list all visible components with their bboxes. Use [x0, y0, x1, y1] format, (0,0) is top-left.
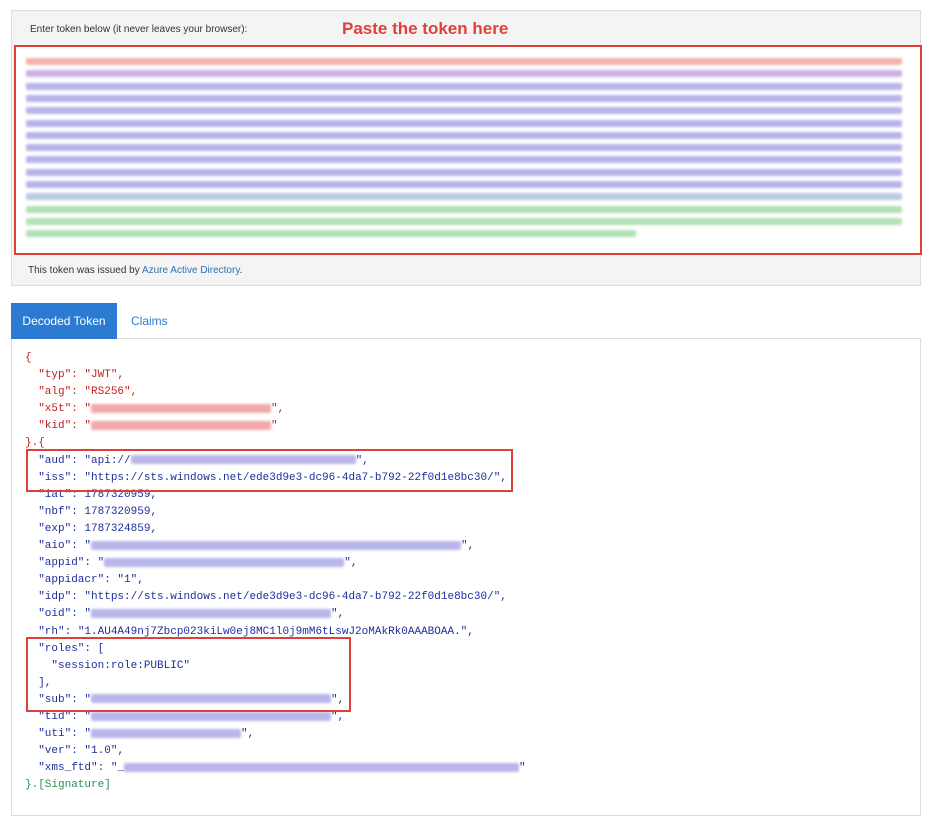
redacted-oid — [91, 609, 332, 618]
redacted-x5t — [91, 403, 272, 413]
highlight-roles-sub — [26, 637, 351, 712]
json-key-tid: "tid" — [38, 710, 72, 723]
token-issuer-text: This token was issued by Azure Active Di… — [28, 265, 242, 276]
redacted-token-line — [26, 107, 902, 115]
json-value-idp: "https://sts.windows.net/ede3d9e3-dc96-4… — [84, 591, 501, 604]
decoded-json: { "typ": "JWT", "alg": "RS256", "x5t": "… — [25, 352, 526, 792]
json-key-alg: "alg" — [38, 386, 72, 399]
highlight-aud-iss — [26, 449, 513, 492]
redacted-token-line — [26, 181, 902, 188]
open-brace: { — [25, 352, 32, 364]
json-key-aio: "aio" — [38, 540, 72, 553]
issued-suffix: . — [239, 265, 243, 276]
redacted-xms-ftd — [124, 762, 520, 772]
tab-claims[interactable]: Claims — [119, 303, 180, 339]
redacted-token-line — [26, 131, 902, 139]
json-key-nbf: "nbf" — [38, 505, 72, 518]
redacted-token-line — [26, 217, 902, 225]
redacted-aio — [91, 540, 462, 550]
json-key-xms-ftd: "xms_ftd" — [38, 762, 98, 775]
json-key-oid: "oid" — [38, 608, 72, 621]
json-key-x5t: "x5t" — [38, 403, 72, 416]
redacted-token-line — [26, 205, 902, 213]
token-input-panel: Enter token below (it never leaves your … — [11, 10, 922, 286]
json-key-kid: "kid" — [38, 420, 72, 433]
json-value-alg: "RS256" — [84, 386, 131, 399]
redacted-appid — [104, 557, 345, 567]
redacted-token-line — [26, 70, 902, 78]
tab-decoded-token[interactable]: Decoded Token — [11, 303, 117, 339]
redacted-token-line — [26, 119, 902, 127]
json-value-exp: 1787324859 — [84, 522, 151, 535]
json-value-appidacr: "1" — [117, 574, 138, 587]
issuer-link[interactable]: Azure Active Directory — [142, 265, 240, 276]
redacted-token-line — [26, 94, 902, 102]
result-tabs: Decoded Token Claims — [11, 303, 921, 339]
decoded-token-panel: { "typ": "JWT", "alg": "RS256", "x5t": "… — [11, 339, 921, 816]
json-key-idp: "idp" — [38, 591, 72, 604]
redacted-token-line — [26, 156, 902, 164]
json-key-rh: "rh" — [38, 625, 65, 638]
json-value-ver: "1.0" — [84, 745, 118, 758]
redacted-token-line — [26, 230, 636, 238]
json-key-ver: "ver" — [38, 745, 72, 758]
json-key-uti: "uti" — [38, 728, 72, 741]
header-payload-separator: }.{ — [25, 437, 45, 450]
paste-token-callout: Paste the token here — [342, 19, 509, 38]
redacted-token-line — [26, 144, 902, 152]
json-value-nbf: 1787320959 — [84, 505, 151, 518]
json-value-xms-ftd: "_ — [110, 762, 125, 775]
issued-prefix: This token was issued by — [28, 265, 142, 276]
token-input-label: Enter token below (it never leaves your … — [30, 24, 248, 35]
redacted-token-line — [26, 168, 902, 176]
token-textarea[interactable] — [14, 45, 922, 255]
redacted-token-line — [26, 82, 902, 90]
json-value-typ: "JWT" — [84, 369, 118, 382]
redacted-tid — [91, 711, 332, 721]
json-key-appidacr: "appidacr" — [38, 574, 105, 587]
redacted-uti — [91, 728, 242, 738]
json-key-exp: "exp" — [38, 522, 72, 535]
json-key-appid: "appid" — [38, 557, 85, 570]
redacted-token-line — [26, 58, 902, 65]
redacted-token-line — [26, 193, 902, 201]
redacted-kid — [91, 420, 272, 430]
json-key-typ: "typ" — [38, 369, 72, 382]
signature-close: }.[Signature] — [25, 779, 111, 792]
json-value-rh: "1.AU4A49nj7Zbcp023kiLw0ej8MC1l0j9mM6tLs… — [77, 625, 468, 638]
